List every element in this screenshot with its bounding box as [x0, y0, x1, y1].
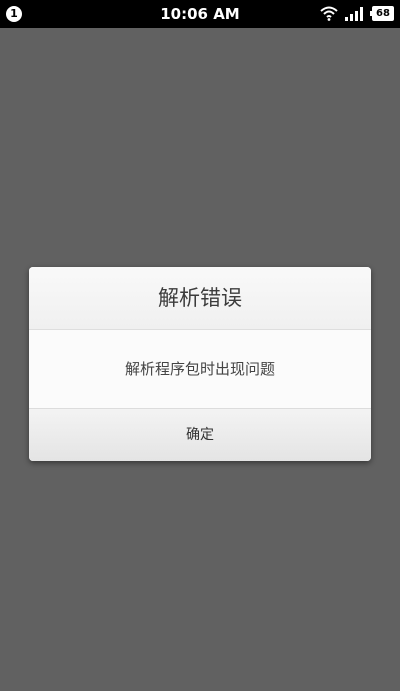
- confirm-button[interactable]: 确定: [29, 409, 371, 461]
- wifi-icon: [320, 6, 338, 21]
- status-bar: 1 10:06 AM 68: [0, 0, 400, 28]
- error-dialog: 解析错误 解析程序包时出现问题 确定: [29, 267, 371, 461]
- signal-icon: [345, 7, 363, 21]
- battery-icon: 68: [370, 6, 394, 21]
- status-clock: 10:06 AM: [160, 5, 240, 23]
- battery-level: 68: [376, 8, 390, 19]
- dialog-message: 解析程序包时出现问题: [29, 330, 371, 409]
- dialog-title: 解析错误: [29, 267, 371, 330]
